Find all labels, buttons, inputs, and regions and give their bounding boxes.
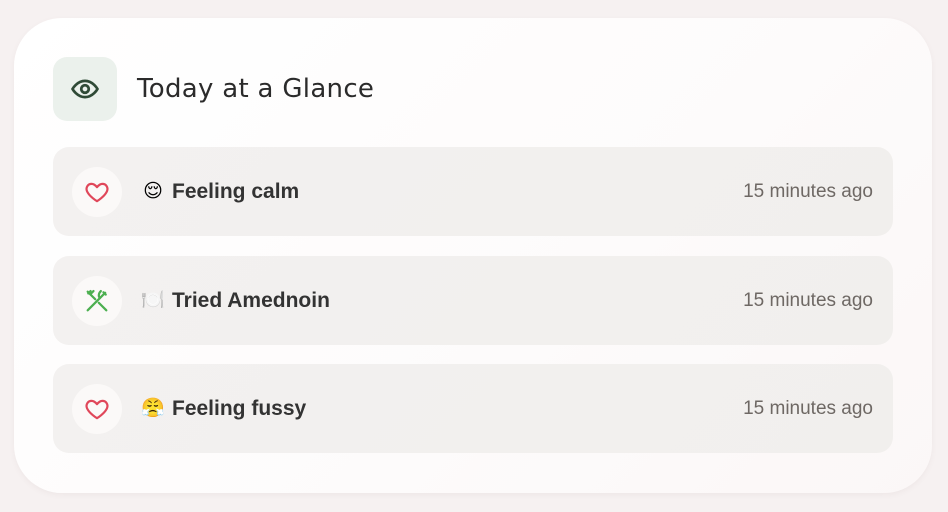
utensils-icon — [72, 275, 122, 326]
eye-icon — [53, 57, 117, 121]
meal-emoji: 🍽️ — [141, 290, 165, 311]
activity-entry[interactable]: 😤 Feeling fussy 15 minutes ago — [53, 364, 893, 453]
entry-label: Feeling fussy — [172, 396, 307, 420]
activity-entry[interactable]: 😌 Feeling calm 15 minutes ago — [53, 147, 893, 236]
mood-emoji: 😌 — [143, 181, 163, 202]
entry-timestamp: 15 minutes ago — [743, 397, 873, 419]
entry-label: Feeling calm — [172, 179, 300, 203]
entry-timestamp: 15 minutes ago — [743, 180, 873, 202]
heart-icon — [72, 166, 122, 217]
card-header: Today at a Glance — [53, 57, 374, 121]
entry-label: Tried Amednoin — [172, 288, 330, 312]
card-title: Today at a Glance — [137, 74, 375, 104]
entry-timestamp: 15 minutes ago — [743, 289, 873, 311]
activity-entry[interactable]: 🍽️ Tried Amednoin 15 minutes ago — [53, 256, 893, 345]
mood-emoji: 😤 — [141, 398, 165, 419]
heart-icon — [72, 383, 122, 434]
today-at-a-glance-card: Today at a Glance 😌 Feeling calm 15 minu… — [14, 18, 932, 493]
